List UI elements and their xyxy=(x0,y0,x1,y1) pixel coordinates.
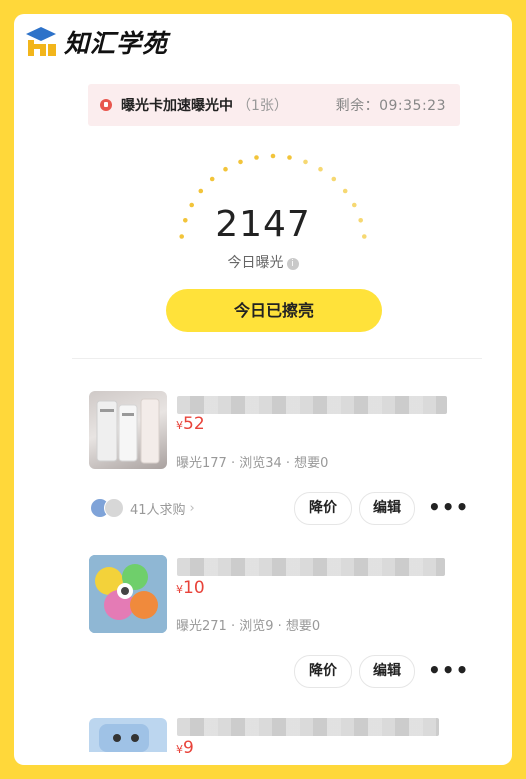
item-price: ¥52 xyxy=(176,414,205,434)
divider xyxy=(72,358,482,359)
notice-dot-icon xyxy=(100,99,112,111)
product-thumbnail[interactable] xyxy=(89,555,167,633)
buyers-row[interactable]: 41人求购 › xyxy=(90,498,195,518)
gauge-dot xyxy=(270,153,276,159)
exposure-label-row: 今日曝光 i xyxy=(0,252,526,272)
gauge-dot xyxy=(318,166,323,172)
gauge-dot xyxy=(198,188,204,194)
gauge-dot xyxy=(254,155,259,160)
item-title-blurred xyxy=(177,558,445,576)
buyers-count: 41人求购 xyxy=(130,502,186,518)
notice-title: 曝光卡加速曝光中 xyxy=(121,98,233,114)
product-image xyxy=(89,555,167,633)
gauge-dot xyxy=(238,159,243,165)
brand-logo: 知汇学苑 xyxy=(24,22,168,62)
item-price: ¥9 xyxy=(176,738,194,758)
reduce-price-button[interactable]: 降价 xyxy=(294,655,352,688)
gauge-dot xyxy=(303,159,308,165)
item-title-blurred xyxy=(177,396,447,414)
avatar xyxy=(104,498,124,518)
item-stats: 曝光177 · 浏览34 · 想要0 xyxy=(176,456,329,471)
notice-count: （1张） xyxy=(237,98,288,114)
app-card xyxy=(14,14,512,765)
product-thumbnail[interactable] xyxy=(89,391,167,469)
edit-button[interactable]: 编辑 xyxy=(359,492,415,525)
logo-mark-icon xyxy=(26,27,56,56)
chevron-right-icon: › xyxy=(189,500,195,516)
item-title-blurred xyxy=(177,718,439,736)
edit-button[interactable]: 编辑 xyxy=(359,655,415,688)
item-price: ¥10 xyxy=(176,578,205,598)
info-icon[interactable]: i xyxy=(286,258,299,270)
exposure-label: 今日曝光 xyxy=(227,255,284,271)
reduce-price-button[interactable]: 降价 xyxy=(294,492,352,525)
gauge-dot xyxy=(331,176,337,182)
polish-button[interactable]: 今日已擦亮 xyxy=(166,289,382,332)
gauge-dot xyxy=(287,155,292,160)
item-stats: 曝光271 · 浏览9 · 想要0 xyxy=(176,619,321,634)
exposure-number: 2147 xyxy=(215,204,311,245)
notice-timer: 剩余：09:35:23 xyxy=(335,98,446,114)
gauge-dot xyxy=(223,166,228,172)
more-icon[interactable]: ••• xyxy=(428,658,469,682)
brand-name: 知汇学苑 xyxy=(64,29,169,58)
exposure-card-notice[interactable]: 曝光卡加速曝光中 （1张） 剩余：09:35:23 xyxy=(88,84,460,126)
product-thumbnail[interactable] xyxy=(89,718,167,752)
product-image xyxy=(99,724,149,752)
product-image xyxy=(96,398,160,464)
gauge-dot xyxy=(342,188,348,194)
gauge-dot xyxy=(209,176,215,182)
more-icon[interactable]: ••• xyxy=(428,495,469,519)
